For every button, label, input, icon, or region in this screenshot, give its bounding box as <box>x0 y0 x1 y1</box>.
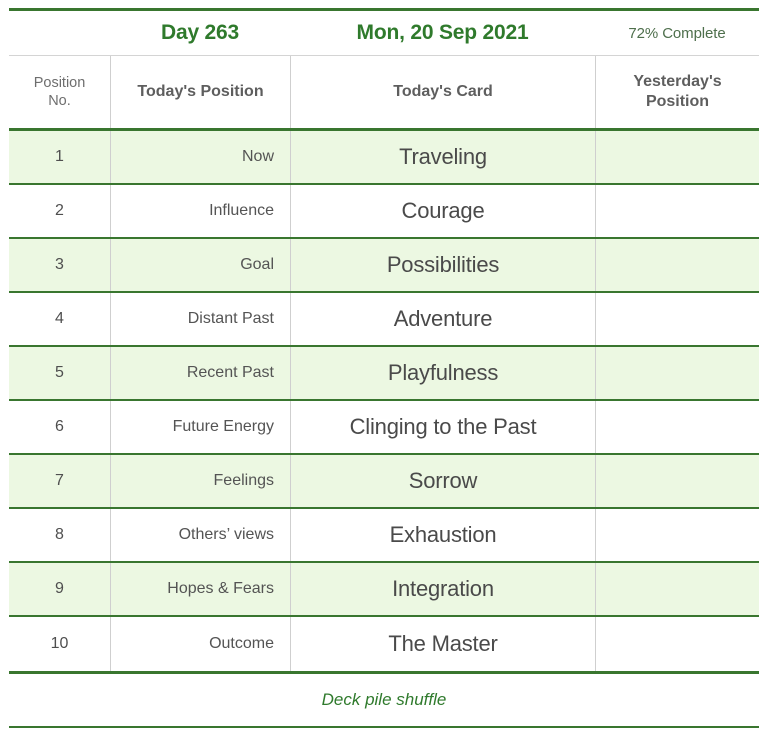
cell-position-no: 3 <box>55 256 64 273</box>
cell-todays-card: Traveling <box>290 131 595 183</box>
table-row[interactable]: 3 Goal Possibilities <box>9 239 759 293</box>
table-row[interactable]: 4 Distant Past Adventure <box>9 293 759 347</box>
column-header-todays-card: Today's Card <box>290 56 595 128</box>
cell-todays-card: Possibilities <box>290 239 595 291</box>
table-row[interactable]: 8 Others’ views Exhaustion <box>9 509 759 563</box>
cell-position-no: 6 <box>55 418 64 435</box>
cell-yesterdays-position <box>595 617 759 671</box>
table-row[interactable]: 5 Recent Past Playfulness <box>9 347 759 401</box>
cell-position-no: 9 <box>55 580 64 597</box>
cell-todays-card: Sorrow <box>290 455 595 507</box>
cell-position-no: 10 <box>50 635 69 652</box>
cell-todays-position: Feelings <box>110 455 290 507</box>
spread-rows: 1 Now Traveling 2 Influence Courage 3 Goal Possi… <box>9 131 759 671</box>
cell-yesterdays-position <box>595 131 759 183</box>
cell-todays-position: Others’ views <box>110 509 290 561</box>
cell-yesterdays-position <box>595 509 759 561</box>
cell-yesterdays-position <box>595 401 759 453</box>
cell-position-no: 1 <box>55 148 64 165</box>
day-counter: Day 263 <box>161 21 239 44</box>
column-header-yesterdays-position: Yesterday's Position <box>595 56 759 128</box>
column-header-position-no-line2: No. <box>48 93 71 109</box>
cell-todays-position: Hopes & Fears <box>110 563 290 615</box>
cell-todays-card: Clinging to the Past <box>290 401 595 453</box>
cell-yesterdays-position <box>595 563 759 615</box>
cell-todays-position: Influence <box>110 185 290 237</box>
cell-todays-position: Now <box>110 131 290 183</box>
cell-position-no: 5 <box>55 364 64 381</box>
tarot-spread-sheet: Day 263 Mon, 20 Sep 2021 72% Complete Po… <box>0 8 768 747</box>
cell-yesterdays-position <box>595 293 759 345</box>
cell-todays-card: Integration <box>290 563 595 615</box>
column-header-row: Position No. Today's Position Today's Ca… <box>9 56 759 131</box>
table-row[interactable]: 2 Influence Courage <box>9 185 759 239</box>
column-header-yesterdays-position-line1: Yesterday's <box>633 73 722 90</box>
cell-todays-card: The Master <box>290 617 595 671</box>
table-row[interactable]: 10 Outcome The Master <box>9 617 759 671</box>
column-header-position-no: Position No. <box>9 56 110 128</box>
column-header-position-no-line1: Position <box>33 74 86 91</box>
table-row[interactable]: 6 Future Energy Clinging to the Past <box>9 401 759 455</box>
table-row[interactable]: 7 Feelings Sorrow <box>9 455 759 509</box>
cell-todays-card: Adventure <box>290 293 595 345</box>
table-row[interactable]: 9 Hopes & Fears Integration <box>9 563 759 617</box>
cell-todays-position: Future Energy <box>110 401 290 453</box>
cell-todays-card: Exhaustion <box>290 509 595 561</box>
cell-todays-card: Courage <box>290 185 595 237</box>
cell-yesterdays-position <box>595 239 759 291</box>
cell-position-no: 4 <box>55 310 64 327</box>
spread-date: Mon, 20 Sep 2021 <box>356 21 529 44</box>
cell-position-no: 8 <box>55 526 64 543</box>
cell-todays-position: Recent Past <box>110 347 290 399</box>
column-header-todays-position: Today's Position <box>110 56 290 128</box>
progress-label: 72% Complete <box>628 24 726 42</box>
cell-todays-position: Outcome <box>110 617 290 671</box>
column-header-yesterdays-position-line2: Position <box>645 93 710 110</box>
table-row[interactable]: 1 Now Traveling <box>9 131 759 185</box>
cell-todays-position: Goal <box>110 239 290 291</box>
cell-position-no: 7 <box>55 472 64 489</box>
cell-yesterdays-position <box>595 185 759 237</box>
cell-todays-card: Playfulness <box>290 347 595 399</box>
cell-yesterdays-position <box>595 347 759 399</box>
cell-position-no: 2 <box>55 202 64 219</box>
footer: Deck pile shuffle <box>9 674 759 726</box>
title-row: Day 263 Mon, 20 Sep 2021 72% Complete <box>9 11 759 56</box>
shuffle-note: Deck pile shuffle <box>321 690 447 709</box>
footer-divider-bottom <box>9 726 759 728</box>
cell-yesterdays-position <box>595 455 759 507</box>
cell-todays-position: Distant Past <box>110 293 290 345</box>
